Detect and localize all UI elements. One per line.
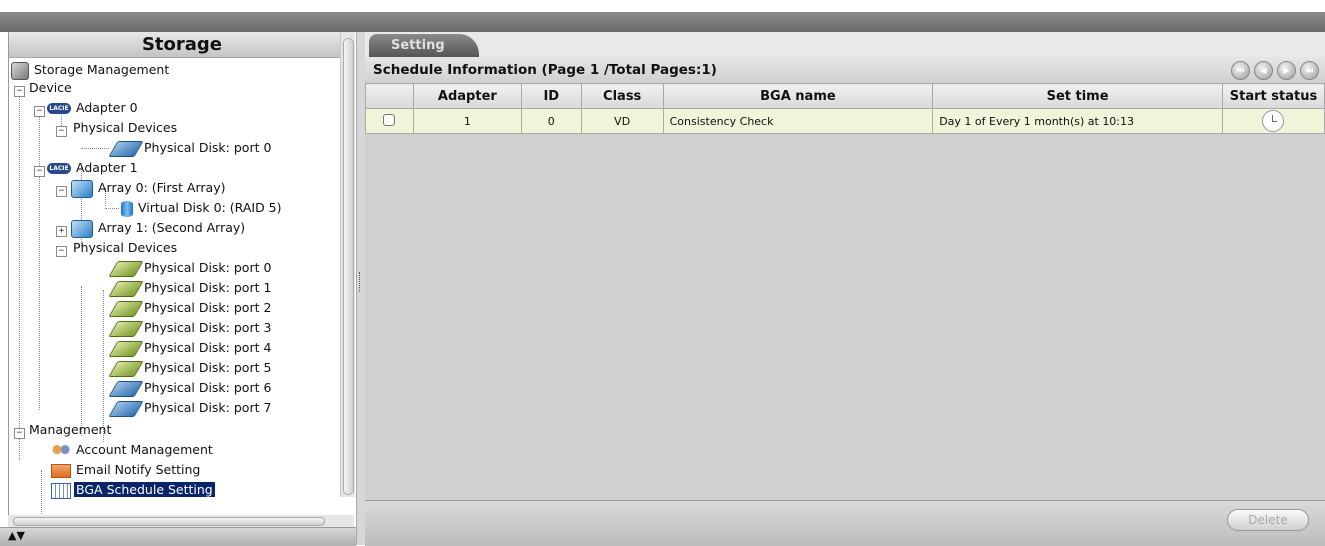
physical-disk-icon — [108, 360, 144, 377]
table-footer: Delete — [365, 500, 1325, 546]
column-header-bga-name[interactable]: BGA name — [662, 83, 934, 109]
tree-adapter1-physical-devices[interactable]: Physical Devices — [71, 238, 179, 258]
physical-disk-icon — [108, 280, 144, 297]
collapse-toggle[interactable]: − — [34, 166, 45, 177]
collapse-toggle[interactable]: − — [56, 246, 67, 257]
row-checkbox[interactable] — [383, 113, 396, 126]
cell-id: 0 — [520, 108, 582, 134]
scrollbar-thumb[interactable] — [343, 38, 354, 495]
sidebar-horizontal-scrollbar[interactable] — [8, 515, 354, 527]
collapse-toggle[interactable]: − — [14, 86, 25, 97]
table-header-row: Adapter ID Class BGA name Set time Start… — [365, 83, 1325, 109]
physical-disk-icon — [108, 260, 144, 277]
main-panel: Setting Schedule Information (Page 1 /To… — [365, 32, 1325, 546]
column-header-id[interactable]: ID — [520, 83, 582, 109]
window-top-bar — [0, 12, 1325, 32]
cell-start-status — [1221, 108, 1325, 134]
cell-adapter: 1 — [412, 108, 522, 134]
row-select-cell[interactable] — [365, 108, 414, 134]
last-page-icon[interactable]: ⏭ — [1300, 61, 1319, 80]
tree-device[interactable]: Device — [27, 78, 74, 98]
collapse-toggle[interactable]: − — [56, 186, 67, 197]
tree-adapter-0[interactable]: LACIE Adapter 0 — [47, 98, 140, 118]
column-header-start-status[interactable]: Start status — [1221, 83, 1325, 109]
cell-class: VD — [580, 108, 664, 134]
tree-disk-port-5[interactable]: Physical Disk: port 5 — [108, 358, 273, 378]
tree-adapter-1[interactable]: LACIE Adapter 1 — [47, 158, 140, 178]
adapter-icon: LACIE — [47, 103, 71, 114]
collapse-arrows-icon[interactable]: ▲▼ — [8, 528, 25, 544]
schedule-table: Adapter ID Class BGA name Set time Start… — [365, 83, 1325, 134]
column-header-adapter[interactable]: Adapter — [412, 83, 522, 109]
sidebar-title: Storage — [9, 32, 355, 58]
physical-disk-icon — [108, 140, 144, 157]
tree-disk-port-7[interactable]: Physical Disk: port 7 — [108, 398, 273, 418]
tree-disk-port-4[interactable]: Physical Disk: port 4 — [108, 338, 273, 358]
tree-disk-port-0[interactable]: Physical Disk: port 0 — [108, 258, 273, 278]
collapse-toggle[interactable]: − — [14, 428, 25, 439]
physical-disk-icon — [108, 300, 144, 317]
schedule-info-title: Schedule Information (Page 1 /Total Page… — [373, 62, 717, 78]
tab-setting[interactable]: Setting — [369, 34, 479, 57]
tree-line — [105, 208, 119, 209]
sidebar-vertical-scrollbar[interactable] — [340, 32, 355, 497]
array-icon — [71, 179, 93, 198]
mail-icon — [51, 463, 71, 478]
tree-line — [81, 148, 109, 149]
array-icon — [71, 219, 93, 238]
splitter-grip-icon[interactable] — [359, 272, 363, 292]
tree-disk-port-2[interactable]: Physical Disk: port 2 — [108, 298, 273, 318]
schedule-info-bar: Schedule Information (Page 1 /Total Page… — [365, 57, 1325, 84]
collapse-toggle[interactable]: − — [56, 126, 67, 137]
sidebar-bottom-bar: ▲▼ — [0, 527, 356, 546]
prev-page-icon[interactable]: ◀ — [1254, 61, 1273, 80]
calendar-icon — [51, 482, 71, 499]
storage-icon — [11, 61, 29, 80]
cell-set-time: Day 1 of Every 1 month(s) at 10:13 — [932, 108, 1223, 134]
next-page-icon[interactable]: ▶ — [1277, 61, 1296, 80]
tree-bga-schedule-setting[interactable]: BGA Schedule Setting — [51, 480, 215, 500]
tree-disk-port-6[interactable]: Physical Disk: port 6 — [108, 378, 273, 398]
tree-line — [19, 88, 20, 460]
first-page-icon[interactable]: ⏮ — [1231, 61, 1250, 80]
tree-email-notify-setting[interactable]: Email Notify Setting — [51, 460, 202, 480]
tree-array-0[interactable]: Array 0: (First Array) — [71, 178, 227, 198]
physical-disk-icon — [108, 340, 144, 357]
physical-disk-icon — [108, 400, 144, 417]
column-header-select — [365, 83, 414, 109]
tree-storage-management[interactable]: Storage Management — [11, 60, 171, 80]
tree-disk-port-3[interactable]: Physical Disk: port 3 — [108, 318, 273, 338]
virtual-disk-icon — [121, 200, 133, 217]
tree-adapter0-physical-devices[interactable]: Physical Devices — [71, 118, 179, 138]
expand-toggle[interactable]: + — [56, 226, 67, 237]
physical-disk-icon — [108, 320, 144, 337]
column-header-class[interactable]: Class — [580, 83, 664, 109]
tree-account-management[interactable]: Account Management — [51, 440, 215, 460]
tree-disk-port-1[interactable]: Physical Disk: port 1 — [108, 278, 273, 298]
scrollbar-thumb[interactable] — [13, 517, 325, 526]
tree-line — [39, 106, 40, 410]
tree-line — [81, 286, 82, 436]
tab-bar: Setting — [365, 32, 1325, 57]
physical-disk-icon — [108, 380, 144, 397]
delete-button[interactable]: Delete — [1227, 509, 1309, 531]
tree-array-1[interactable]: Array 1: (Second Array) — [71, 218, 247, 238]
storage-tree: Storage Management − Device − LACIE Adapt… — [9, 58, 355, 528]
collapse-toggle[interactable]: − — [34, 106, 45, 117]
cell-bga-name: Consistency Check — [662, 108, 934, 134]
table-row[interactable]: 1 0 VD Consistency Check Day 1 of Every … — [365, 108, 1325, 134]
account-icon — [51, 443, 71, 458]
storage-sidebar: Storage Storage Management − Device − LA… — [8, 32, 355, 542]
tree-virtual-disk-0[interactable]: Virtual Disk 0: (RAID 5) — [121, 198, 284, 218]
adapter-icon: LACIE — [47, 163, 71, 174]
tree-management[interactable]: Management — [27, 420, 113, 440]
column-header-set-time[interactable]: Set time — [932, 83, 1223, 109]
clock-icon — [1262, 110, 1285, 132]
pager: ⏮ ◀ ▶ ⏭ — [1227, 61, 1319, 80]
tree-adapter0-disk-0[interactable]: Physical Disk: port 0 — [108, 138, 273, 158]
